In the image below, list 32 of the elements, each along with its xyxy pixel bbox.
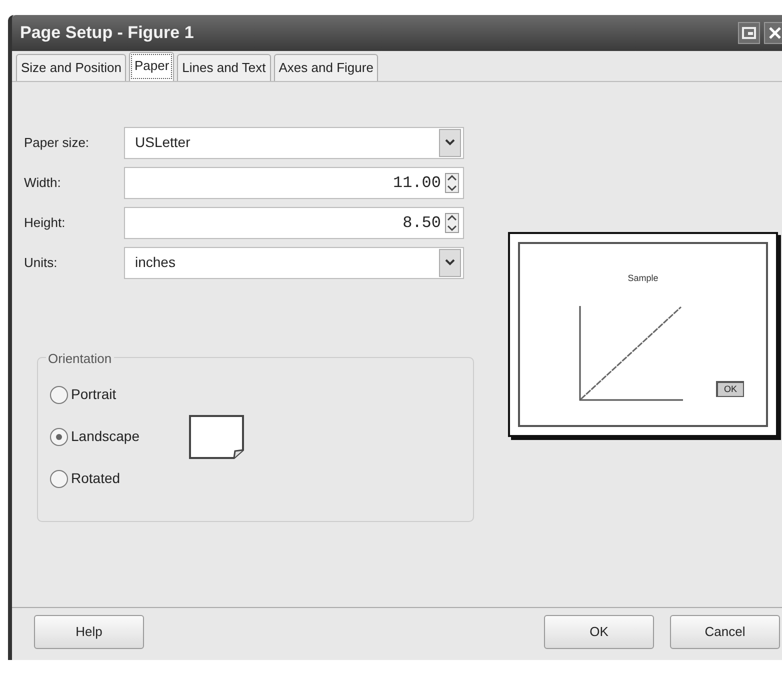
spin-field[interactable]: 11.00 — [124, 166, 464, 198]
field-label: Units: — [24, 254, 58, 272]
field-label: Height: — [24, 214, 66, 232]
preview-title: Sample — [626, 272, 660, 285]
tab[interactable]: Lines and Text — [177, 54, 271, 80]
radio-label: Landscape — [71, 427, 140, 446]
window-icon — [742, 27, 756, 39]
dialog-button[interactable]: OK — [544, 615, 654, 649]
radio-label: Portrait — [71, 385, 116, 404]
radio-option[interactable]: Portrait — [50, 382, 140, 408]
field-label: Width: — [24, 174, 62, 192]
spinner-arrows-icon — [445, 172, 459, 192]
dialog-button[interactable]: Cancel — [670, 615, 780, 649]
radio-label: Rotated — [71, 469, 120, 488]
chevron-down-icon — [445, 139, 455, 146]
spinner-arrows-icon — [445, 212, 459, 232]
dropdown[interactable]: inches — [124, 246, 464, 278]
restore-button[interactable] — [738, 22, 760, 44]
tab[interactable]: Size and Position — [16, 54, 126, 80]
page-icon — [188, 414, 246, 460]
radio-option[interactable]: Rotated — [50, 466, 140, 492]
chevron-down-icon — [445, 259, 455, 266]
field-label: Paper size: — [24, 134, 90, 152]
close-icon — [768, 26, 782, 40]
close-button[interactable] — [764, 22, 782, 44]
radio-option[interactable]: Landscape — [50, 424, 140, 450]
window-title: Page Setup - Figure 1 — [20, 22, 194, 44]
tab[interactable]: Axes and Figure — [274, 54, 378, 80]
help-button[interactable]: Help — [34, 615, 144, 649]
dropdown[interactable]: USLetter — [124, 126, 464, 158]
spin-field[interactable]: 8.50 — [124, 206, 464, 238]
tab[interactable]: Paper — [129, 52, 174, 80]
